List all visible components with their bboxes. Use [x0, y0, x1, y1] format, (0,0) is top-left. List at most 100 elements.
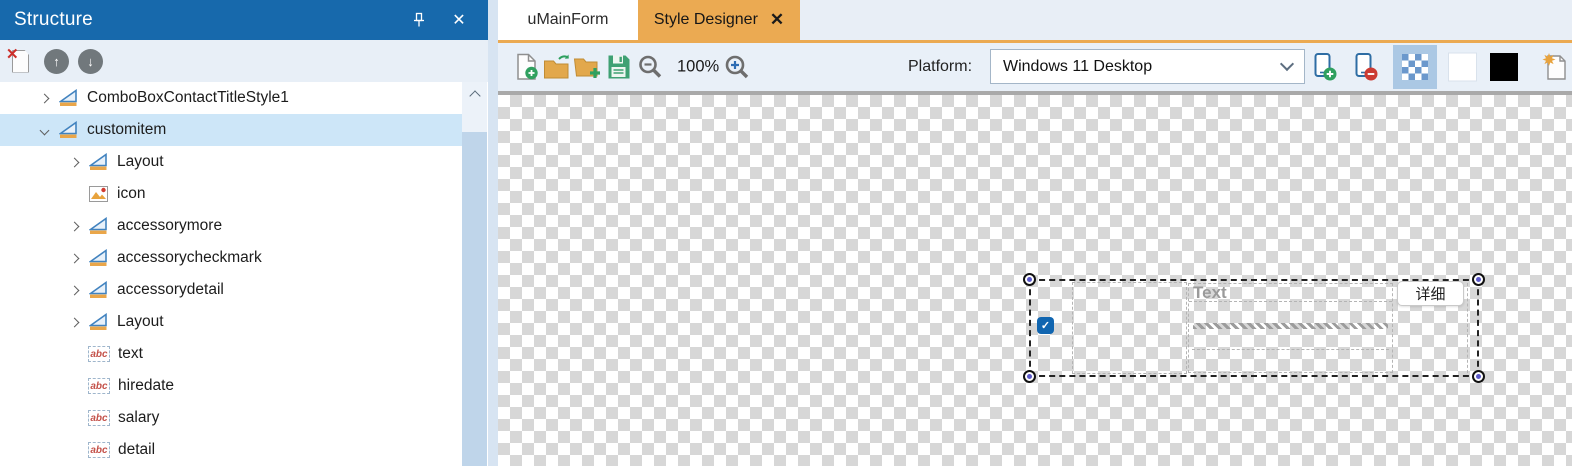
- move-down-button[interactable]: ↓: [78, 48, 103, 74]
- expander-icon[interactable]: [66, 317, 82, 327]
- add-platform-view-button[interactable]: [1312, 53, 1338, 82]
- tree-row[interactable]: abc accessorymore: [0, 210, 462, 242]
- text-separator-line: [1192, 349, 1389, 350]
- open-file-button[interactable]: [543, 54, 572, 80]
- tab-label: uMainForm: [527, 11, 609, 28]
- pin-icon[interactable]: [406, 7, 432, 33]
- style-object-icon: [88, 281, 109, 299]
- selection-handle-bottom-left[interactable]: [1023, 370, 1036, 383]
- zoom-in-icon: [725, 55, 749, 79]
- selection-handle-top-left[interactable]: [1023, 273, 1036, 286]
- expander-icon[interactable]: [66, 221, 82, 231]
- add-device-icon: [1314, 53, 1337, 81]
- structure-toolbar: ✕ ↑ ↓: [0, 40, 488, 82]
- move-up-button[interactable]: ↑: [44, 48, 69, 74]
- transparent-background-button[interactable]: [1393, 45, 1437, 89]
- tree-row[interactable]: abc Layout: [0, 306, 462, 338]
- open-folder-icon: [544, 54, 569, 79]
- structure-panel-header: Structure ✕: [0, 0, 488, 40]
- expander-icon[interactable]: [36, 125, 52, 135]
- tree-item-label: accessorymore: [117, 217, 223, 234]
- expander-icon[interactable]: [66, 157, 82, 167]
- icon-placeholder[interactable]: [1072, 282, 1187, 374]
- tree-item-label: icon: [117, 185, 146, 202]
- platform-dropdown[interactable]: Windows 11 Desktop: [990, 49, 1305, 84]
- checkerboard-icon: [1402, 54, 1428, 80]
- platform-label: Platform:: [908, 58, 973, 75]
- close-panel-icon[interactable]: ✕: [446, 7, 472, 33]
- style-object-icon: [58, 121, 79, 139]
- panel-title: Structure: [14, 9, 93, 30]
- design-canvas[interactable]: ✓ Text 详细: [498, 91, 1572, 466]
- new-document-button[interactable]: [516, 53, 539, 81]
- style-object-icon: [58, 89, 79, 107]
- tree-row[interactable]: abc ComboBoxContactTitleStyle1: [0, 82, 462, 114]
- tree-item-label: Layout: [117, 313, 164, 330]
- style-object-icon: [88, 217, 109, 235]
- zoom-out-button[interactable]: [637, 54, 664, 81]
- selected-style-item[interactable]: ✓ Text 详细: [1023, 273, 1485, 383]
- scroll-up-icon[interactable]: [462, 82, 487, 110]
- detail-button-label: 详细: [1415, 286, 1446, 303]
- add-folder-icon: [573, 58, 600, 78]
- expander-icon[interactable]: [66, 253, 82, 263]
- expander-icon[interactable]: [66, 285, 82, 295]
- scrollbar-thumb[interactable]: [462, 132, 487, 466]
- up-arrow-icon: ↑: [53, 53, 60, 69]
- save-icon: [608, 55, 630, 79]
- detail-accessory-button[interactable]: 详细: [1397, 281, 1464, 306]
- tree-row[interactable]: abc hiredate: [0, 370, 462, 402]
- tree-item-label: ComboBoxContactTitleStyle1: [87, 89, 289, 106]
- text-object-icon: abc: [88, 346, 110, 362]
- zoom-in-button[interactable]: [723, 53, 751, 81]
- tree-row[interactable]: abc Layout: [0, 146, 462, 178]
- tab-style-designer[interactable]: Style Designer ✕: [638, 0, 800, 40]
- new-style-icon: [1542, 53, 1566, 80]
- check-icon: ✓: [1040, 320, 1051, 332]
- delete-item-button[interactable]: ✕: [6, 45, 32, 75]
- zoom-level-label: 100%: [677, 57, 720, 76]
- tree-item-label: text: [118, 345, 143, 362]
- tab-label: Style Designer: [653, 11, 758, 28]
- delete-x-icon: ✕: [6, 45, 19, 63]
- selection-handle-bottom-right[interactable]: [1472, 370, 1485, 383]
- tree-row[interactable]: abc text: [0, 338, 462, 370]
- tree-row[interactable]: abc detail: [0, 434, 462, 466]
- text-layout-placeholder[interactable]: Text: [1188, 283, 1393, 373]
- expander-icon[interactable]: [36, 93, 52, 103]
- text-object-icon: abc: [88, 410, 110, 426]
- selection-handle-top-right[interactable]: [1472, 273, 1485, 286]
- structure-tree: abc ComboBoxContactTitleStyle1 abc custo…: [0, 82, 462, 466]
- tree-row[interactable]: abc accessorycheckmark: [0, 242, 462, 274]
- image-object-icon: [88, 186, 109, 202]
- tree-row[interactable]: abc accessorydetail: [0, 274, 462, 306]
- text-object-icon: abc: [88, 442, 110, 458]
- tab-umainform[interactable]: uMainForm: [498, 0, 638, 40]
- zoom-out-icon: [639, 55, 662, 78]
- style-object-icon: [88, 153, 109, 171]
- tree-row[interactable]: abc customitem: [0, 114, 462, 146]
- text-placeholder-row: Text: [1189, 284, 1392, 302]
- add-folder-button[interactable]: [573, 54, 602, 80]
- tree-item-label: accessorycheckmark: [117, 249, 262, 266]
- checkmark-checkbox[interactable]: ✓: [1037, 317, 1054, 334]
- tree-scrollbar[interactable]: [462, 82, 487, 466]
- black-background-button[interactable]: [1490, 53, 1518, 81]
- new-style-button[interactable]: [1542, 53, 1567, 82]
- tree-item-label: accessorydetail: [117, 281, 224, 298]
- editor-tabstrip: uMainForm Style Designer ✕: [498, 0, 1572, 43]
- tree-row[interactable]: abc salary: [0, 402, 462, 434]
- style-designer-window: Structure ✕ ✕ ↑ ↓ ComboBoxContactTitleSt…: [0, 0, 1572, 466]
- white-background-button[interactable]: [1448, 52, 1477, 82]
- close-tab-icon[interactable]: ✕: [770, 10, 784, 30]
- chevron-down-icon: [1279, 56, 1295, 72]
- platform-value: Windows 11 Desktop: [1003, 57, 1153, 75]
- editor-pane: uMainForm Style Designer ✕ 100% Platform…: [498, 0, 1572, 466]
- remove-platform-view-button[interactable]: [1353, 53, 1379, 82]
- panel-splitter[interactable]: [488, 0, 498, 466]
- accessory-separator-line: [1467, 283, 1468, 373]
- style-designer-toolbar: 100% Platform: Windows 11 Desktop: [498, 43, 1572, 91]
- structure-panel: Structure ✕ ✕ ↑ ↓ ComboBoxContactTitleSt…: [0, 0, 488, 466]
- save-button[interactable]: [607, 54, 631, 80]
- tree-row[interactable]: abc icon: [0, 178, 462, 210]
